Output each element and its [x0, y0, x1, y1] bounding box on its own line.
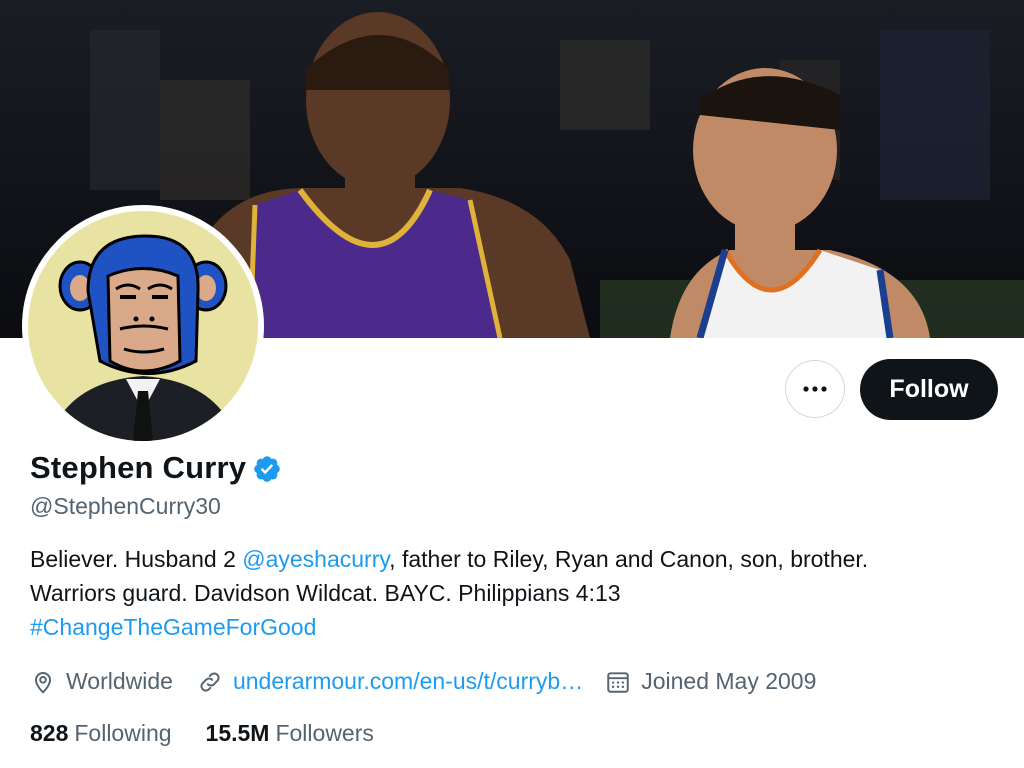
location-text: Worldwide — [66, 668, 173, 694]
name-row: Stephen Curry — [30, 450, 282, 486]
verified-badge-icon[interactable] — [252, 454, 282, 484]
bio-text: , father to Riley, Ryan and Canon, son, … — [389, 546, 869, 572]
profile-meta: Worldwide underarmour.com/en-us/t/curryb… — [30, 668, 816, 695]
more-options-button[interactable] — [785, 360, 845, 418]
profile-avatar[interactable] — [22, 205, 264, 447]
hashtag-link[interactable]: #ChangeTheGameForGood — [30, 610, 1010, 644]
following-stat[interactable]: 828 Following — [30, 720, 172, 747]
display-name: Stephen Curry — [30, 450, 247, 485]
location-pin-icon — [34, 671, 52, 694]
joined-text: Joined May 2009 — [641, 668, 817, 694]
website: underarmour.com/en-us/t/curryb… — [197, 668, 583, 695]
follow-stats: 828 Following 15.5M Followers — [30, 720, 374, 747]
followers-label: Followers — [275, 720, 374, 746]
followers-count: 15.5M — [205, 720, 270, 746]
follow-button[interactable]: Follow — [860, 359, 998, 420]
website-link[interactable]: underarmour.com/en-us/t/curryb… — [233, 668, 583, 695]
bio-text: Believer. Husband 2 — [30, 546, 243, 572]
calendar-icon — [607, 671, 629, 693]
mention-link[interactable]: @ayeshacurry — [242, 546, 389, 572]
location: Worldwide — [30, 668, 173, 695]
following-count: 828 — [30, 720, 69, 746]
link-icon — [200, 672, 220, 691]
following-label: Following — [74, 720, 172, 746]
more-dots-icon — [803, 386, 827, 392]
profile-bio: Believer. Husband 2 @ayeshacurry, father… — [30, 542, 1010, 644]
bio-line-2: Warriors guard. Davidson Wildcat. BAYC. … — [30, 580, 621, 606]
bio-line-1: Believer. Husband 2 @ayeshacurry, father… — [30, 542, 1010, 576]
avatar-image — [28, 211, 258, 441]
user-handle: @StephenCurry30 — [30, 493, 221, 519]
joined-date: Joined May 2009 — [605, 668, 816, 695]
followers-stat[interactable]: 15.5M Followers — [206, 720, 374, 747]
